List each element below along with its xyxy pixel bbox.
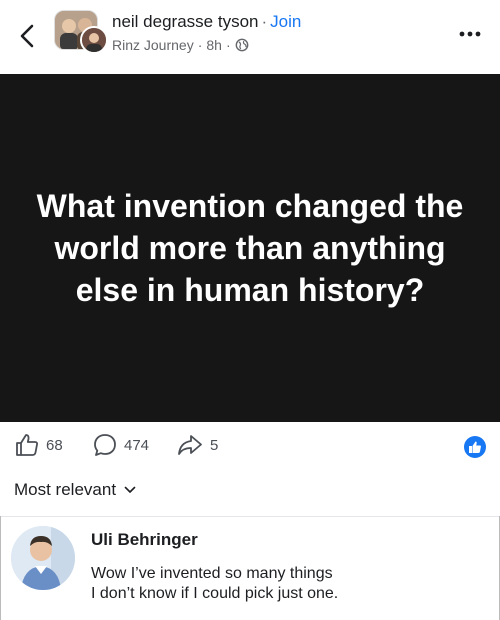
post-meta: Rinz Journey · 8h · [112,37,249,53]
commenter-name[interactable]: Uli Behringer [91,530,198,550]
thumbs-up-filled-icon [469,441,481,453]
group-title-line: neil degrasse tyson · Join [112,12,301,32]
post-text-card[interactable]: What invention changed the world more th… [0,74,500,422]
chevron-down-icon [124,486,136,493]
like-count: 68 [46,436,63,454]
meta-separator-2: · [225,37,231,53]
share-arrow-icon [178,435,202,455]
comment-text: Wow I’ve invented so many things I don’t… [91,564,471,604]
post-time[interactable]: 8h [206,37,222,53]
comment-item: Uli Behringer Wow I’ve invented so many … [0,516,500,620]
share-action[interactable]: 5 [176,432,218,458]
globe-icon [235,38,249,52]
author-avatar [80,26,108,54]
chevron-left-icon [20,24,34,48]
comment-line-1: Wow I’ve invented so many things [91,565,333,582]
separator-dot: · [261,12,268,31]
join-link[interactable]: Join [270,12,301,31]
comment-bubble-icon [94,434,116,456]
group-avatar-stack[interactable] [54,10,108,54]
group-name[interactable]: neil degrasse tyson [112,12,258,31]
post-question-text: What invention changed the world more th… [36,188,464,308]
sort-label: Most relevant [14,480,117,499]
share-count: 5 [210,436,219,454]
comment-sort-dropdown[interactable]: Most relevant [14,480,136,500]
more-horizontal-icon [459,31,481,37]
more-options-button[interactable] [456,24,484,44]
author-name[interactable]: Rinz Journey [112,37,194,53]
comment-line-2: I don’t know if I could pick just one. [91,585,339,602]
comment-count: 474 [124,436,150,454]
like-action[interactable]: 68 [14,432,63,458]
meta-separator: · [197,37,203,53]
post-header: neil degrasse tyson · Join Rinz Journey · … [0,0,500,74]
thumbs-up-icon [16,434,38,456]
comment-action[interactable]: 474 [92,432,149,458]
like-reaction-badge[interactable] [464,436,486,458]
back-button[interactable] [14,20,42,52]
reaction-bar: 68 474 5 [0,432,500,466]
commenter-avatar[interactable] [11,526,75,590]
